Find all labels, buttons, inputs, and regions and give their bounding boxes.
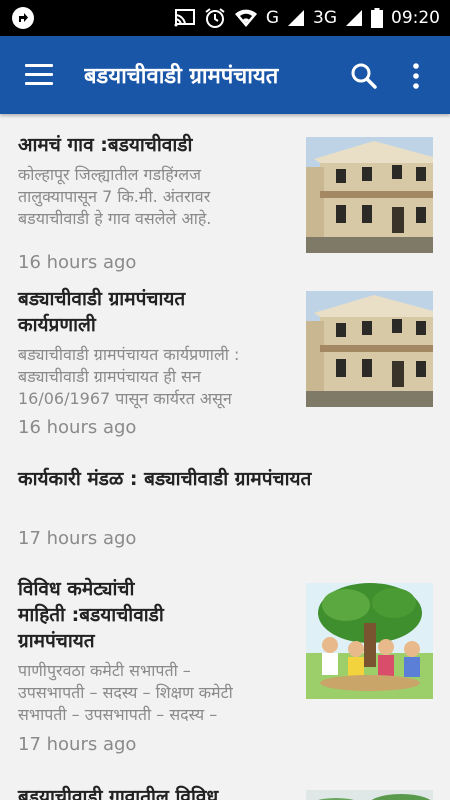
post-item[interactable]: कार्यकारी मंडळ : बड्याचीवाडी ग्रामपंचायत… [0,466,450,556]
post-title[interactable]: कार्यकारी मंडळ : बड्याचीवाडी ग्रामपंचायत [18,466,311,492]
post-thumbnail[interactable] [306,790,433,800]
post-title[interactable]: बडयाचीवाडी गावातील विविध [18,784,218,800]
post-item[interactable]: बडयाचीवाडी गावातील विविध [0,784,450,800]
search-icon[interactable] [350,62,378,90]
signal-icon [346,10,362,26]
post-thumbnail[interactable] [306,583,433,699]
post-item[interactable]: आमचं गाव :बडयाचीवाडी कोल्हापूर जिल्ह्यात… [0,132,450,282]
post-item[interactable]: बड्याचीवाडी ग्रामपंचायत कार्यप्रणाली बड्… [0,286,450,446]
battery-icon [371,8,383,28]
post-time: 17 hours ago [18,528,137,549]
post-thumbnail[interactable] [306,137,433,253]
post-excerpt: बड्याचीवाडी ग्रामपंचायत कार्यप्रणाली : ब… [18,345,240,408]
app-title: बडयाचीवाडी ग्रामपंचायत [84,64,279,89]
post-excerpt: पाणीपुरवठा कमेटी सभापती – उपसभापती – सदस… [18,661,233,724]
post-time: 17 hours ago [18,734,137,755]
more-vert-icon[interactable] [410,62,422,90]
post-excerpt: कोल्हापूर जिल्ह्यातील गडहिंग्लज तालुक्या… [18,165,212,228]
app-bar: बडयाचीवाडी ग्रामपंचायत [0,36,450,114]
menu-icon[interactable] [25,64,53,86]
post-feed: आमचं गाव :बडयाचीवाडी कोल्हापूर जिल्ह्यात… [0,114,450,800]
app-notification-icon [12,7,34,29]
alarm-icon [205,8,225,28]
post-item[interactable]: विविध कमेट्यांची माहिती :बडयाचीवाडी ग्रा… [0,576,450,766]
clock: 09:20 [391,8,440,28]
post-time: 16 hours ago [18,252,137,273]
cast-icon [174,9,195,27]
status-bar: G 3G 09:20 [0,0,450,36]
network-type-label-2: 3G [313,8,337,28]
post-title[interactable]: बड्याचीवाडी ग्रामपंचायत कार्यप्रणाली [18,286,185,338]
network-type-label: G [265,8,279,28]
post-title[interactable]: आमचं गाव :बडयाचीवाडी [18,132,192,158]
post-time: 16 hours ago [18,417,137,438]
post-title[interactable]: विविध कमेट्यांची माहिती :बडयाचीवाडी ग्रा… [18,576,164,654]
signal-icon [288,10,304,26]
post-thumbnail[interactable] [306,291,433,407]
wifi-icon [234,9,257,27]
